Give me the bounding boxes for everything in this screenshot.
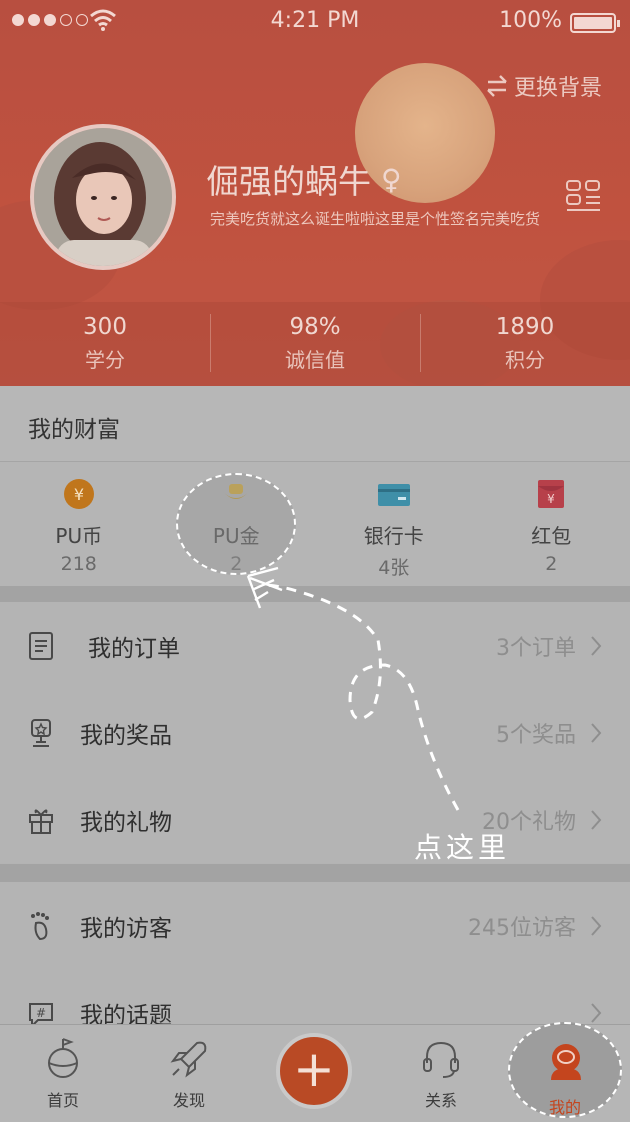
change-background-button[interactable]: 更换背景 — [484, 70, 602, 102]
coin-icon: ¥ — [63, 479, 94, 509]
menu-row-label: 我的访客 — [80, 915, 172, 942]
username: 倔强的蜗牛 ♀ — [206, 155, 402, 203]
tab-home[interactable]: 首页 — [0, 1025, 126, 1122]
tab-discover[interactable]: 发现 — [126, 1025, 252, 1122]
annotation-tip: 点这里 — [414, 831, 511, 864]
highlight-circle — [176, 473, 296, 575]
wealth-label: 红包 — [531, 524, 572, 548]
stat-integrity[interactable]: 98% 诚信值 — [210, 302, 420, 386]
chevron-right-icon — [591, 915, 602, 936]
wealth-value: 4张 — [378, 557, 410, 579]
avatar[interactable] — [30, 124, 176, 270]
menu-row-value: 5个奖品 — [496, 722, 576, 748]
astronaut-icon — [551, 1044, 581, 1080]
change-background-label: 更换背景 — [513, 76, 602, 101]
chevron-right-icon — [591, 635, 602, 656]
username-text: 倔强的蜗牛 — [206, 162, 371, 201]
status-bar: 4:21 PM 100% — [0, 0, 630, 44]
plus-icon: + — [293, 1040, 335, 1098]
chevron-right-icon — [591, 1002, 602, 1023]
order-icon — [29, 631, 53, 660]
svg-text:#: # — [36, 1006, 46, 1020]
rocket-icon — [170, 1041, 207, 1078]
swap-icon — [487, 75, 507, 97]
wealth-item-bank-card[interactable]: 银行卡 4张 — [315, 462, 473, 586]
red-envelope-icon: ¥ — [538, 480, 565, 508]
menu-row-orders[interactable]: 我的订单 3个订单 — [0, 602, 630, 689]
create-post-button[interactable]: + — [276, 1033, 352, 1109]
svg-text:¥: ¥ — [74, 485, 84, 504]
wealth-label: 银行卡 — [363, 524, 424, 548]
menu-row-value: 3个订单 — [496, 635, 576, 661]
stat-value: 98% — [289, 314, 341, 340]
svg-text:¥: ¥ — [547, 492, 555, 506]
bank-card-icon — [377, 484, 410, 506]
stat-label: 诚信值 — [285, 348, 345, 372]
section-divider — [0, 864, 630, 882]
menu-row-prizes[interactable]: 我的奖品 5个奖品 — [0, 689, 630, 776]
signature: 完美吃货就这么诞生啦啦这里是个性签名完美吃货 — [210, 210, 541, 228]
menu-row-gifts[interactable]: 我的礼物 20个礼物 — [0, 776, 630, 863]
stats-bar: 300 学分 98% 诚信值 1890 积分 — [0, 302, 630, 386]
highlight-circle: 我的 — [508, 1022, 622, 1118]
wealth-section-title: 我的财富 — [0, 386, 630, 462]
home-globe-icon — [48, 1038, 78, 1078]
phone-screen: 4:21 PM 100% 更换背景 倔强的蜗牛 ♀ 完美吃货就这么诞生啦啦这里是… — [0, 0, 630, 1122]
topic-icon: # — [29, 1002, 53, 1028]
tab-label: 关系 — [424, 1091, 457, 1110]
female-icon: ♀ — [381, 162, 402, 196]
chevron-right-icon — [591, 809, 602, 830]
menu-list-primary: 我的订单 3个订单 我的奖品 5个奖品 我的礼物 20个礼物 — [0, 602, 630, 863]
wealth-grid: ¥ PU币 218 PU金 2 银行卡 4张 ¥ 红包 2 — [0, 462, 630, 586]
qr-code-icon[interactable] — [566, 178, 602, 214]
wealth-item-red-envelope[interactable]: ¥ 红包 2 — [473, 462, 630, 586]
menu-row-value: 245位访客 — [468, 915, 576, 941]
menu-row-label: 我的奖品 — [80, 722, 172, 749]
stat-points[interactable]: 1890 积分 — [420, 302, 630, 386]
stat-label: 学分 — [85, 348, 125, 372]
profile-header: 4:21 PM 100% 更换背景 倔强的蜗牛 ♀ 完美吃货就这么诞生啦啦这里是… — [0, 0, 630, 386]
gift-icon — [29, 808, 53, 834]
stat-value: 1890 — [495, 314, 555, 340]
tab-relations[interactable]: 关系 — [378, 1025, 504, 1122]
footprint-icon — [31, 911, 49, 940]
chevron-right-icon — [591, 722, 602, 743]
tab-label-active: 我的 — [548, 1098, 581, 1117]
stat-label: 积分 — [505, 348, 545, 372]
battery-percent: 100% — [499, 8, 562, 33]
battery-icon — [570, 13, 620, 33]
section-divider — [0, 586, 630, 602]
menu-row-label: 我的订单 — [88, 635, 180, 662]
wealth-value: 218 — [60, 553, 97, 575]
headset-icon — [423, 1041, 459, 1078]
wealth-item-pu-coin[interactable]: ¥ PU币 218 — [0, 462, 158, 586]
stat-value: 300 — [83, 314, 127, 340]
wealth-label: PU币 — [55, 524, 103, 548]
tab-label: 发现 — [172, 1091, 205, 1110]
avatar-photo — [34, 128, 172, 266]
tab-label: 首页 — [46, 1091, 79, 1110]
stat-credits[interactable]: 300 学分 — [0, 302, 210, 386]
wealth-value: 2 — [545, 553, 558, 575]
menu-row-visitors[interactable]: 我的访客 245位访客 — [0, 882, 630, 969]
trophy-icon — [31, 718, 51, 747]
